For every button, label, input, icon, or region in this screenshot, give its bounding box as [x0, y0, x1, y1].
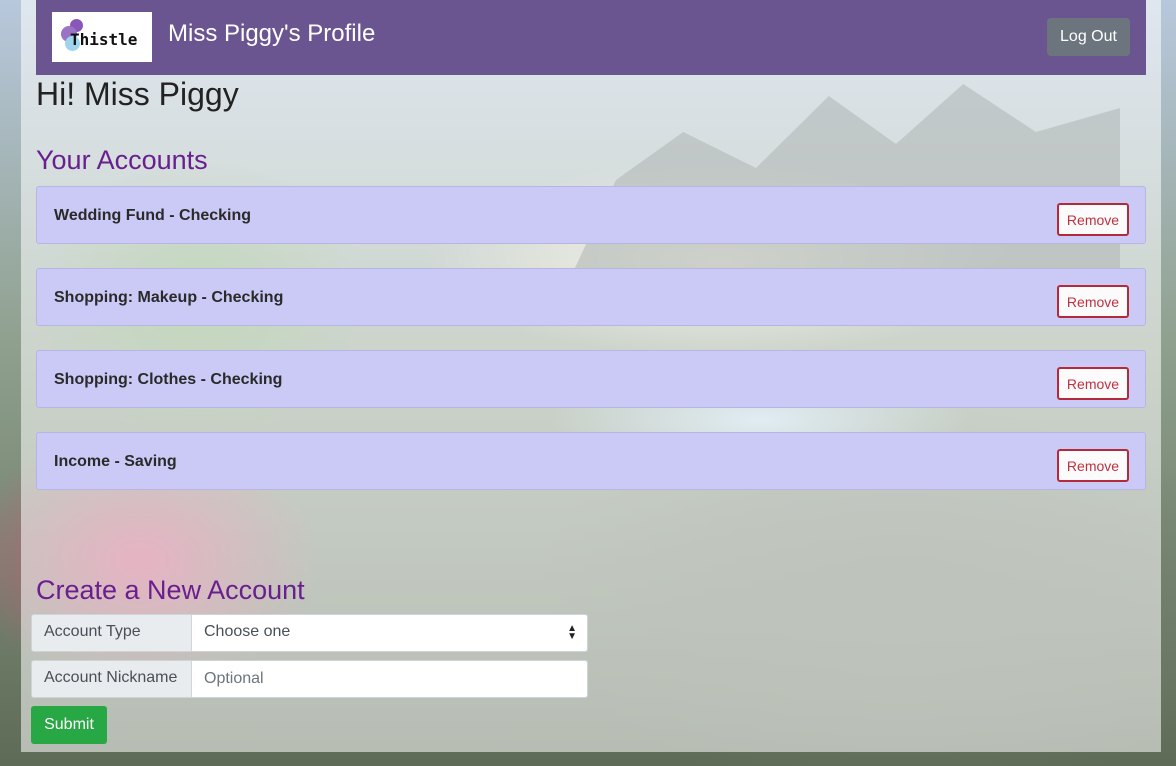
account-card: Wedding Fund - Checking Remove [36, 186, 1146, 244]
select-arrows-icon: ▲ ▼ [567, 623, 577, 642]
account-nickname-input[interactable] [191, 660, 588, 698]
account-label: Income - Saving [54, 453, 177, 470]
account-card: Shopping: Makeup - Checking Remove [36, 268, 1146, 326]
account-nickname-row: Account Nickname [31, 660, 588, 698]
thistle-logo[interactable]: Thistle [52, 12, 152, 62]
navbar: Thistle Miss Piggy's Profile Log Out [36, 0, 1146, 75]
submit-button[interactable]: Submit [31, 706, 107, 744]
create-account-heading: Create a New Account [36, 575, 305, 605]
account-label: Wedding Fund - Checking [54, 207, 252, 224]
account-nickname-label: Account Nickname [31, 660, 191, 698]
remove-account-button[interactable]: Remove [1057, 203, 1129, 236]
account-type-label: Account Type [31, 614, 191, 652]
account-type-row: Account Type Choose one ▲ ▼ [31, 614, 588, 652]
accounts-list: Wedding Fund - Checking Remove Shopping:… [36, 186, 1146, 514]
logo-text: Thistle [70, 30, 138, 49]
page-title: Miss Piggy's Profile [168, 20, 376, 47]
remove-account-button[interactable]: Remove [1057, 449, 1129, 482]
remove-account-button[interactable]: Remove [1057, 367, 1129, 400]
greeting-heading: Hi! Miss Piggy [36, 76, 239, 112]
account-card: Income - Saving Remove [36, 432, 1146, 490]
logout-button[interactable]: Log Out [1047, 18, 1130, 56]
account-label: Shopping: Makeup - Checking [54, 289, 284, 306]
remove-account-button[interactable]: Remove [1057, 285, 1129, 318]
account-card: Shopping: Clothes - Checking Remove [36, 350, 1146, 408]
account-label: Shopping: Clothes - Checking [54, 371, 283, 388]
accounts-heading: Your Accounts [36, 145, 208, 175]
account-type-select[interactable]: Choose one ▲ ▼ [191, 614, 588, 652]
account-type-value: Choose one [204, 623, 291, 640]
